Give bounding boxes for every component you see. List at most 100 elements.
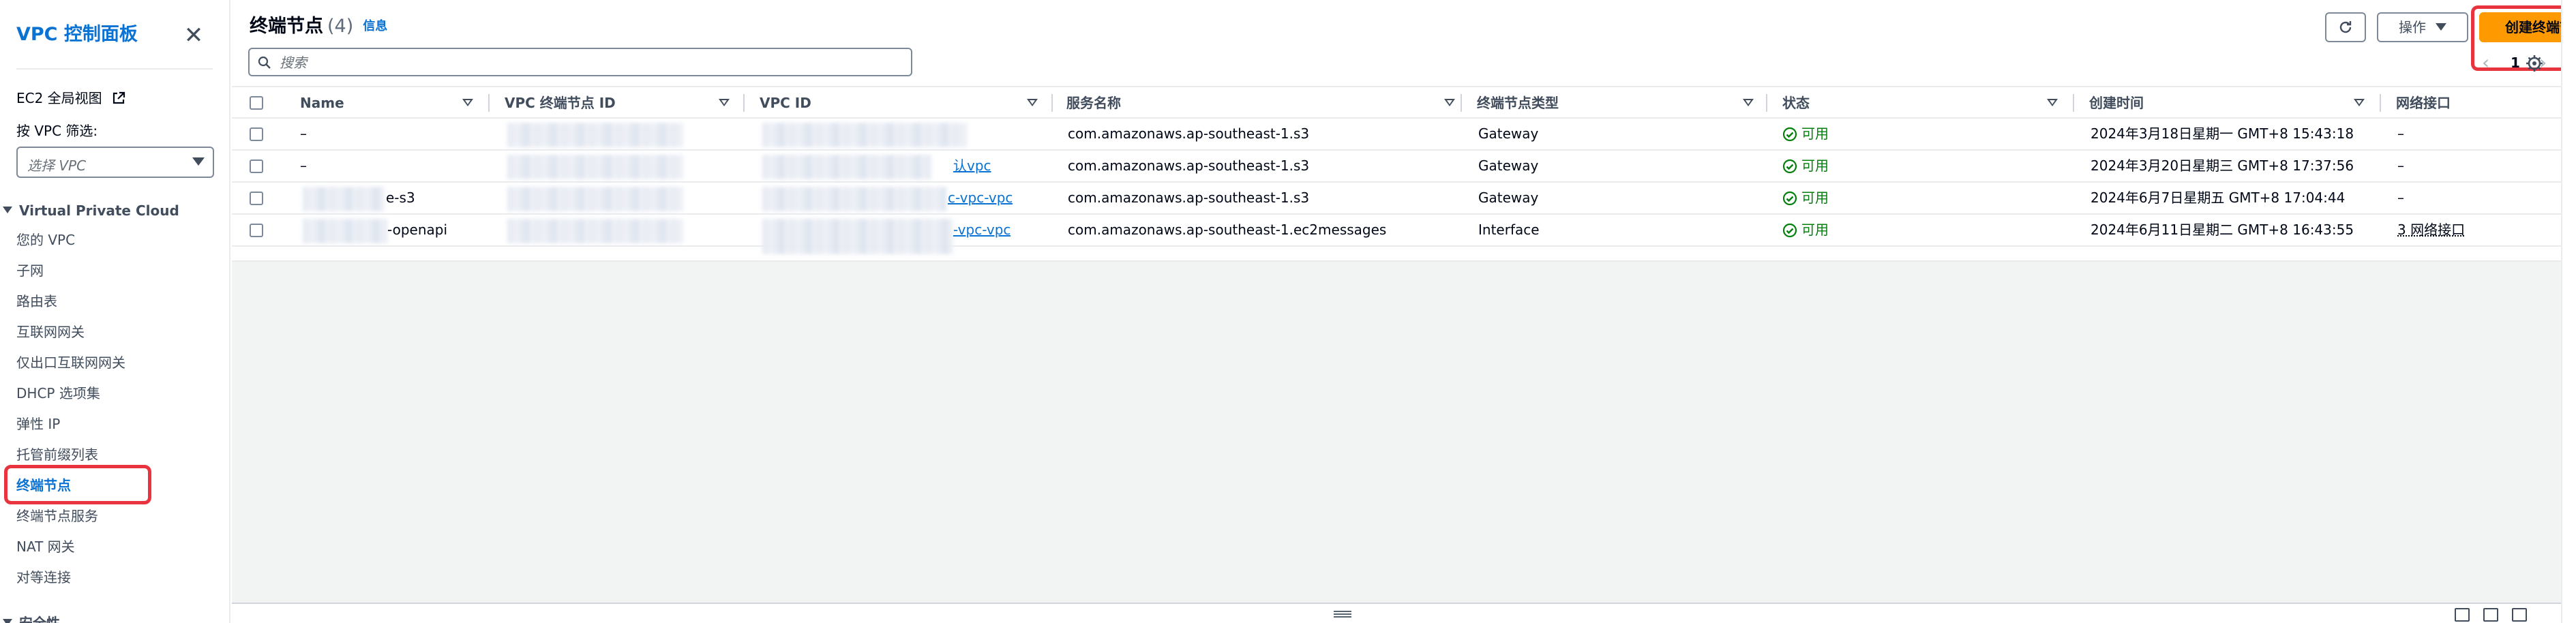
table-row[interactable]: – 认vpc com.amazonaws.ap-southeast-1.s3 G…: [232, 151, 2561, 183]
table-row[interactable]: -openapi -vpc-vpc com.amazonaws.ap-south…: [232, 215, 2561, 254]
redacted-endpoint-id: [507, 155, 683, 179]
cell-created: 2024年6月11日星期二 GMT+8 16:43:55: [2091, 222, 2354, 238]
vpc-filter-select[interactable]: 选择 VPC: [16, 147, 214, 178]
page-title-text: 终端节点: [250, 16, 323, 37]
status-label: 可用: [1801, 125, 1829, 142]
expand-triangle-icon: [3, 619, 12, 623]
sort-icon: [1743, 99, 1754, 106]
search-input[interactable]: [280, 53, 893, 72]
col-endpoint-type[interactable]: 终端节点类型: [1477, 87, 1754, 119]
refresh-icon: [2339, 21, 2352, 33]
check-circle-icon: [1782, 191, 1797, 206]
check-circle-icon: [1782, 127, 1797, 142]
page-number[interactable]: 1: [2511, 49, 2520, 76]
status-badge: 可用: [1782, 151, 1829, 181]
section-label: Virtual Private Cloud: [19, 202, 179, 219]
col-endpoint-id[interactable]: VPC 终端节点 ID: [505, 87, 730, 119]
status-badge: 可用: [1782, 183, 1829, 213]
actions-button[interactable]: 操作: [2377, 12, 2468, 42]
col-created-label: 创建时间: [2089, 95, 2144, 111]
sidebar-item-your-vpcs[interactable]: 您的 VPC: [16, 229, 221, 260]
vpc-filter-label: 按 VPC 筛选:: [16, 123, 98, 139]
gear-icon[interactable]: [2524, 53, 2545, 74]
redacted-vpc-id: [762, 187, 946, 211]
search-bar: [248, 48, 912, 76]
ec2-global-view-label: EC2 全局视图: [16, 90, 102, 106]
sidebar-item-route-tables[interactable]: 路由表: [16, 290, 221, 321]
row-checkbox[interactable]: [250, 192, 263, 205]
sidebar-item-internet-gateways[interactable]: 互联网网关: [16, 321, 221, 352]
sidebar-item-endpoint-services[interactable]: 终端节点服务: [16, 505, 221, 536]
split-side-icon[interactable]: [2483, 608, 2498, 622]
col-vpc-id[interactable]: VPC ID: [760, 87, 1038, 119]
network-interfaces-link[interactable]: 3 网络接口: [2397, 215, 2465, 245]
column-separator[interactable]: [1766, 94, 1767, 112]
info-link[interactable]: 信息: [363, 19, 387, 33]
col-status[interactable]: 状态: [1782, 87, 2058, 119]
section-virtual-private-cloud[interactable]: Virtual Private Cloud: [3, 201, 179, 220]
cell-service-name: com.amazonaws.ap-southeast-1.s3: [1068, 125, 1310, 142]
redacted-name: [303, 219, 387, 243]
drag-handle-icon[interactable]: [1332, 609, 1353, 619]
sidebar: VPC 控制面板 ✕ EC2 全局视图 按 VPC 筛选: 选择 VPC Vir…: [0, 0, 230, 623]
close-icon[interactable]: ✕: [180, 22, 207, 49]
column-separator[interactable]: [1461, 94, 1462, 112]
cell-network-interfaces: –: [2397, 189, 2404, 206]
sidebar-item-peering-connections[interactable]: 对等连接: [16, 566, 221, 597]
split-full-icon[interactable]: [2512, 608, 2527, 622]
ec2-global-view-link[interactable]: EC2 全局视图: [16, 89, 125, 108]
column-separator[interactable]: [488, 94, 490, 112]
cell-service-name: com.amazonaws.ap-southeast-1.s3: [1068, 157, 1310, 174]
endpoint-count: (4): [327, 16, 354, 37]
sidebar-item-nat-gateways[interactable]: NAT 网关: [16, 536, 221, 566]
column-separator[interactable]: [1051, 94, 1053, 112]
column-separator[interactable]: [2380, 94, 2381, 112]
col-service-name[interactable]: 服务名称: [1066, 87, 1455, 119]
prev-page-icon[interactable]: ‹: [2482, 49, 2489, 76]
column-separator[interactable]: [2073, 94, 2074, 112]
col-status-label: 状态: [1782, 95, 1810, 111]
col-endpoint-id-label: VPC 终端节点 ID: [505, 95, 616, 111]
table-row[interactable]: e-s3 c-vpc-vpc com.amazonaws.ap-southeas…: [232, 183, 2561, 215]
row-checkbox[interactable]: [250, 224, 263, 237]
split-bottom-icon[interactable]: [2455, 608, 2470, 622]
external-link-icon: [113, 91, 125, 104]
sidebar-item-egress-only-gateways[interactable]: 仅出口互联网网关: [16, 352, 221, 382]
sidebar-item-endpoints[interactable]: 终端节点: [16, 474, 221, 505]
refresh-button[interactable]: [2325, 12, 2366, 42]
row-checkbox[interactable]: [250, 127, 263, 141]
row-checkbox[interactable]: [250, 159, 263, 173]
sidebar-item-dhcp-options[interactable]: DHCP 选项集: [16, 382, 221, 413]
status-label: 可用: [1801, 157, 1829, 174]
col-name[interactable]: Name: [300, 87, 473, 119]
cell-vpc-id[interactable]: c-vpc-vpc: [948, 183, 1013, 213]
col-network-interfaces[interactable]: 网络接口: [2396, 87, 2451, 119]
sidebar-item-subnets[interactable]: 子网: [16, 260, 221, 290]
sidebar-item-prefix-lists[interactable]: 托管前缀列表: [16, 444, 221, 474]
cell-endpoint-type: Gateway: [1478, 189, 1539, 206]
actions-label: 操作: [2399, 19, 2426, 35]
status-badge: 可用: [1782, 119, 1829, 149]
redacted-vpc-id: [762, 123, 967, 147]
vpc-id-link[interactable]: c-vpc-vpc: [948, 189, 1013, 206]
cell-vpc-id[interactable]: 认vpc: [953, 151, 991, 181]
main-content: 终端节点(4)信息 操作 创建终端节点 ‹ 1 ›: [232, 0, 2576, 623]
col-created[interactable]: 创建时间: [2089, 87, 2365, 119]
redacted-endpoint-id: [507, 219, 683, 243]
redacted-name: [303, 187, 385, 211]
cell-endpoint-type: Gateway: [1478, 125, 1539, 142]
cell-endpoint-type: Interface: [1478, 222, 1540, 238]
select-all-checkbox[interactable]: [250, 96, 263, 110]
vpc-id-link[interactable]: -vpc-vpc: [953, 222, 1010, 238]
sort-icon: [2047, 99, 2058, 106]
cell-vpc-id[interactable]: -vpc-vpc: [953, 215, 1010, 245]
cell-network-interfaces: –: [2397, 125, 2404, 142]
sort-icon: [462, 99, 473, 106]
sidebar-item-elastic-ips[interactable]: 弹性 IP: [16, 413, 221, 444]
vpc-id-link[interactable]: 认vpc: [953, 157, 991, 174]
expand-triangle-icon: [3, 207, 12, 213]
column-separator[interactable]: [743, 94, 745, 112]
table-row[interactable]: – com.amazonaws.ap-southeast-1.s3 Gatewa…: [232, 119, 2561, 151]
redacted-endpoint-id: [507, 187, 683, 211]
section-security[interactable]: 安全性: [3, 612, 60, 623]
